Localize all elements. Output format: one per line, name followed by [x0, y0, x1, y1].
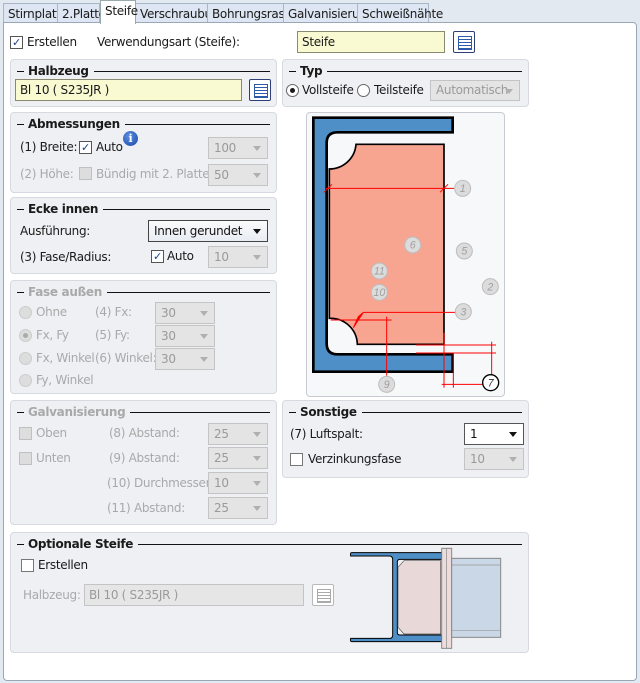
optional-erstellen-label: Erstellen — [38, 558, 88, 572]
oben-label: Oben — [36, 426, 67, 440]
luftspalt-select[interactable]: 1 — [464, 423, 524, 445]
optional-halbzeug-catalog-button[interactable] — [312, 584, 334, 606]
abstand9-select[interactable]: 25 — [208, 447, 268, 469]
fy-select[interactable]: 30 — [155, 325, 215, 347]
typ-title: Typ — [289, 64, 522, 78]
halbzeug-title: Halbzeug — [17, 64, 270, 78]
ecke-innen-title: Ecke innen — [17, 202, 270, 216]
winkel-select[interactable]: 30 — [155, 348, 215, 370]
luftspalt-label: (7) Luftspalt: — [290, 427, 363, 441]
optional-erstellen-checkbox[interactable] — [21, 559, 34, 572]
fase-fywinkel-radio[interactable] — [19, 374, 32, 387]
vollsteife-radio[interactable] — [286, 84, 299, 97]
hoehe-label: (2) Höhe: — [20, 167, 74, 181]
erstellen-label: Erstellen — [27, 35, 77, 49]
stiffener-diagram: 16 51110 239 7 — [312, 116, 500, 393]
callout-label-6: 6 — [410, 240, 416, 252]
erstellen-checkbox[interactable]: ✓ — [10, 36, 23, 49]
teilsteife-radio[interactable] — [357, 84, 370, 97]
fase-fxfy-label: Fx, Fy — [36, 328, 69, 342]
optional-halbzeug-label: Halbzeug: — [23, 588, 81, 602]
hoehe-select[interactable]: 50 — [208, 164, 268, 186]
verzinkungsfase-select[interactable]: 10 — [464, 448, 524, 470]
abstand8-label: (8) Abstand: — [109, 426, 180, 440]
tab-2-platte[interactable]: 2.Platte — [57, 3, 106, 23]
halbzeug-input[interactable]: Bl 10 ( S235JR ) — [15, 79, 242, 101]
fase-ohne-radio[interactable] — [19, 306, 32, 319]
tab-steife[interactable]: Steife — [100, 0, 138, 24]
callout-label-1: 1 — [460, 183, 466, 195]
abstand9-label: (9) Abstand: — [109, 451, 180, 465]
fase-fxwinkel-radio[interactable] — [19, 352, 32, 365]
fx-label: (4) Fx: — [95, 305, 132, 319]
winkel-label: (6) Winkel: — [95, 351, 157, 365]
fase-ohne-label: Ohne — [36, 305, 67, 319]
verzinkungsfase-label: Verzinkungsfase — [308, 452, 402, 466]
tab-verschraubung[interactable]: Verschraubung — [135, 3, 227, 23]
verwendungsart-input[interactable]: Steife — [297, 31, 445, 53]
fx-select[interactable]: 30 — [155, 302, 215, 324]
tab-schweissnaehte[interactable]: Schweißnähte — [357, 3, 443, 23]
ausfuehrung-label: Ausführung: — [20, 224, 91, 238]
connected-beam — [451, 557, 502, 638]
ausfuehrung-select[interactable]: Innen gerundet — [148, 220, 268, 242]
fase-fxwinkel-label: Fx, Winkel — [36, 351, 95, 365]
durchmesser10-select[interactable]: 10 — [208, 472, 268, 494]
callout-label-3: 3 — [460, 306, 466, 318]
abstand11-label: (11) Abstand: — [107, 501, 185, 515]
optional-halbzeug-input[interactable]: Bl 10 ( S235JR ) — [84, 584, 304, 606]
tab-galvanisierung[interactable]: Galvanisierung — [283, 3, 374, 23]
abmessungen-title: Abmessungen — [17, 117, 270, 131]
halbzeug-catalog-button[interactable] — [249, 79, 271, 101]
breite-auto-label: Auto — [96, 140, 123, 154]
unten-label: Unten — [36, 451, 71, 465]
galvanisierung-title: Galvanisierung — [17, 405, 270, 419]
callout-label-5: 5 — [461, 246, 467, 258]
stiffener-plate — [328, 143, 445, 346]
breite-select[interactable]: 100 — [208, 137, 268, 159]
info-icon[interactable]: i — [123, 131, 138, 146]
breite-auto-checkbox[interactable]: ✓ — [79, 141, 92, 154]
durchmesser10-label: (10) Durchmesser: — [107, 476, 214, 490]
fase-auto-checkbox[interactable]: ✓ — [151, 250, 164, 263]
buendig-checkbox[interactable] — [79, 167, 92, 180]
fase-radius-select[interactable]: 10 — [208, 246, 268, 268]
verwendungsart-catalog-button[interactable] — [453, 31, 475, 53]
callout-label-11: 11 — [374, 266, 385, 278]
fase-fywinkel-label: Fy, Winkel — [36, 373, 94, 387]
connection-preview — [349, 547, 502, 649]
callout-label-9: 9 — [384, 379, 390, 391]
unten-checkbox[interactable] — [19, 452, 32, 465]
breite-label: (1) Breite: — [20, 140, 78, 154]
fase-auto-label: Auto — [167, 249, 194, 263]
fy-label: (5) Fy: — [95, 328, 130, 342]
oben-checkbox[interactable] — [19, 427, 32, 440]
abstand11-select[interactable]: 25 — [208, 497, 268, 519]
tab-bohrungsraster[interactable]: Bohrungsraster — [207, 3, 301, 23]
fase-fxfy-radio[interactable] — [19, 329, 32, 342]
teilsteife-label: Teilsteife — [374, 83, 424, 97]
fase-aussen-title: Fase außen — [17, 285, 270, 299]
typ-mode-select[interactable]: Automatisch — [430, 80, 520, 101]
optional-stiffener — [397, 560, 441, 635]
abstand8-select[interactable]: 25 — [208, 423, 268, 445]
verwendungsart-label: Verwendungsart (Steife): — [97, 35, 240, 49]
fase-radius-label: (3) Fase/Radius: — [20, 250, 112, 264]
buendig-label: Bündig mit 2. Platte — [96, 167, 210, 181]
tab-stirnplatte[interactable]: Stirnplatte — [3, 3, 68, 23]
callout-label-10: 10 — [374, 287, 386, 299]
sonstige-title: Sonstige — [289, 405, 522, 419]
callout-label-2: 2 — [486, 281, 493, 293]
vollsteife-label: Vollsteife — [302, 83, 354, 97]
verzinkungsfase-checkbox[interactable] — [290, 453, 303, 466]
